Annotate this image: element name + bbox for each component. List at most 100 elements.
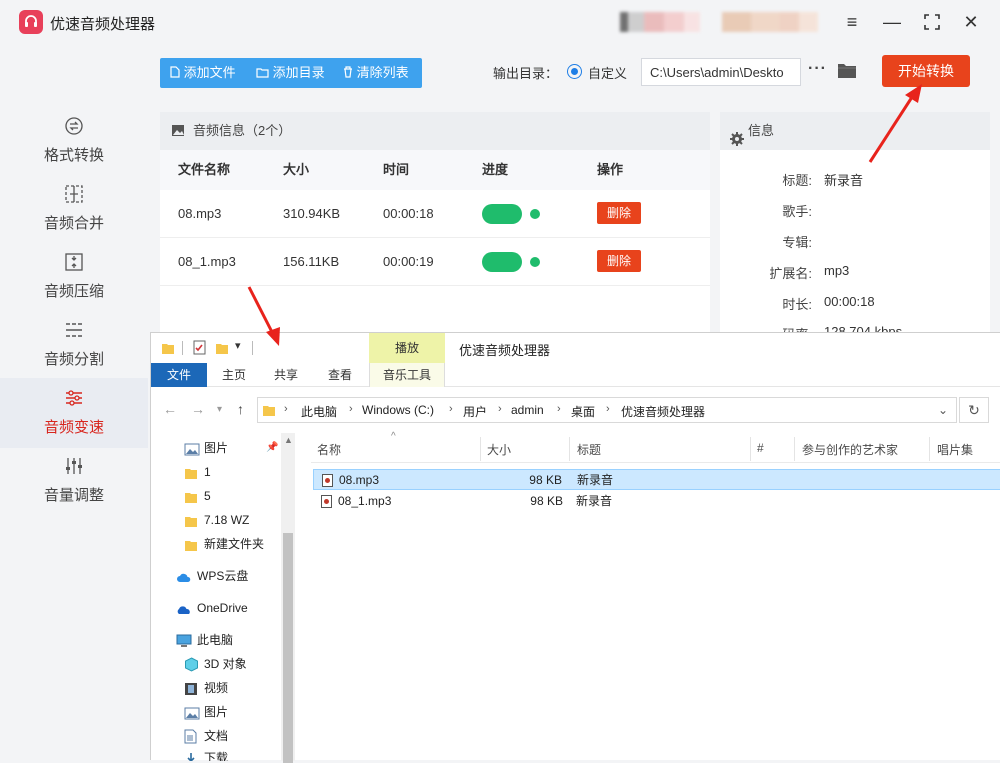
breadcrumb-item[interactable]: admin <box>511 403 544 417</box>
format-convert-icon <box>64 116 84 136</box>
address-dropdown-icon[interactable]: ⌄ <box>938 403 948 417</box>
nav-item[interactable]: 此电脑 <box>151 629 281 651</box>
recent-dropdown-icon[interactable]: ▾ <box>217 404 222 415</box>
col-name: 文件名称 <box>178 162 231 177</box>
refresh-icon[interactable]: ↻ <box>959 397 989 423</box>
nav-item[interactable]: 图片 <box>151 701 281 723</box>
minimize-icon[interactable]: — <box>880 10 904 34</box>
split-icon <box>64 320 84 340</box>
audio-info-panel: 音频信息（2个） 文件名称 大小 时间 进度 操作 08.mp3 310.94K… <box>160 112 710 332</box>
ribbon-tabs: 文件 主页 共享 查看 音乐工具 <box>151 363 1000 387</box>
sidebar-item-format[interactable]: 格式转换 <box>0 116 148 184</box>
pin-icon: 📌 <box>266 442 279 453</box>
col-name[interactable]: 名称 <box>317 441 341 458</box>
forward-icon[interactable]: → <box>191 401 205 417</box>
onedrive-icon <box>176 601 192 615</box>
play-context-tab[interactable]: 播放 <box>369 333 445 363</box>
col-size[interactable]: 大小 <box>487 441 511 458</box>
nav-item[interactable]: 1 <box>151 461 281 483</box>
col-size: 大小 <box>283 162 310 177</box>
user-name-blurred[interactable] <box>722 12 818 32</box>
breadcrumb-item[interactable]: 桌面 <box>571 403 595 420</box>
tab-home[interactable]: 主页 <box>217 363 251 387</box>
table-header: 文件名称 大小 时间 进度 操作 <box>160 150 710 190</box>
open-folder-icon[interactable] <box>837 62 857 82</box>
app-logo <box>19 10 43 34</box>
nav-scrollbar[interactable]: ▲ <box>281 433 295 763</box>
speed-icon <box>64 388 84 408</box>
image-icon <box>172 125 184 136</box>
sidebar: 格式转换 音频合并 音频压缩 音频分割 音频变速 音量调整 <box>0 44 148 760</box>
progress-bar <box>482 204 522 224</box>
custom-radio-label[interactable]: 自定义 <box>588 63 627 82</box>
file-row[interactable]: 08.mp3 98 KB 新录音 <box>313 469 1000 490</box>
nav-item[interactable]: 文档 <box>151 725 281 747</box>
col-album[interactable]: 唱片集 <box>937 441 973 458</box>
tab-file[interactable]: 文件 <box>151 363 207 387</box>
table-row[interactable]: 08.mp3 310.94KB 00:00:18 删除 <box>160 190 710 238</box>
breadcrumb-item[interactable]: 优速音频处理器 <box>621 403 705 420</box>
sidebar-item-compress[interactable]: 音频压缩 <box>0 252 148 320</box>
merge-icon <box>64 184 84 204</box>
breadcrumb-item[interactable]: Windows (C:) <box>362 403 434 417</box>
user-avatar-blurred[interactable] <box>620 12 700 32</box>
delete-button[interactable]: 删除 <box>597 250 641 272</box>
sidebar-item-speed[interactable]: 音频变速 <box>0 378 148 448</box>
3d-objects-icon <box>184 657 200 672</box>
start-convert-button[interactable]: 开始转换 <box>882 55 970 87</box>
breadcrumb-item[interactable]: 此电脑 <box>301 403 337 420</box>
file-icon <box>170 66 180 78</box>
nav-item[interactable]: 5 <box>151 485 281 507</box>
cloud-icon <box>176 569 192 583</box>
file-row[interactable]: 08_1.mp3 98 KB 新录音 <box>313 491 1000 512</box>
check-icon <box>530 257 540 283</box>
nav-item[interactable]: 视频 <box>151 677 281 699</box>
nav-item[interactable]: 图片 📌 <box>151 437 281 459</box>
custom-radio[interactable] <box>567 64 582 79</box>
nav-item[interactable]: 新建文件夹 <box>151 533 281 555</box>
delete-button[interactable]: 删除 <box>597 202 641 224</box>
col-number[interactable]: # <box>757 441 764 455</box>
output-dir-label: 输出目录： <box>493 66 559 81</box>
sidebar-item-merge[interactable]: 音频合并 <box>0 184 148 252</box>
add-dir-button[interactable]: 添加目录 <box>256 58 325 88</box>
check-icon <box>530 209 540 235</box>
table-row[interactable]: 08_1.mp3 156.11KB 00:00:19 删除 <box>160 238 710 286</box>
compress-icon <box>64 252 84 272</box>
clear-list-button[interactable]: 清除列表 <box>343 58 409 88</box>
tab-music-tools[interactable]: 音乐工具 <box>369 363 445 387</box>
info-panel: 信息 标题:新录音 歌手: 专辑: 扩展名:mp3 时长:00:00:18 码率… <box>720 112 990 332</box>
up-icon[interactable]: ↑ <box>237 401 244 417</box>
breadcrumb-item[interactable]: 用户 <box>463 403 487 420</box>
col-artist[interactable]: 参与创作的艺术家 <box>802 441 898 458</box>
properties-icon <box>193 340 206 355</box>
sidebar-item-volume[interactable]: 音量调整 <box>0 456 148 524</box>
info-panel-header: 信息 <box>720 112 990 150</box>
trash-icon <box>344 66 352 78</box>
address-box[interactable]: › 此电脑 › Windows (C:) › 用户 › admin › 桌面 ›… <box>257 397 957 423</box>
nav-item[interactable]: OneDrive <box>151 597 281 619</box>
nav-item[interactable]: 3D 对象 <box>151 653 281 675</box>
add-file-button[interactable]: 添加文件 <box>170 58 236 88</box>
folder-icon <box>184 465 200 479</box>
back-icon[interactable]: ← <box>163 401 177 417</box>
address-bar: ← → ▾ ↑ › 此电脑 › Windows (C:) › 用户 › admi… <box>151 395 1000 425</box>
maximize-icon[interactable] <box>920 10 944 34</box>
nav-item[interactable]: WPS云盘 <box>151 565 281 587</box>
tab-view[interactable]: 查看 <box>323 363 357 387</box>
file-list: ^ 名称 大小 标题 # 参与创作的艺术家 唱片集 08.mp3 98 KB 新… <box>311 431 1000 761</box>
col-title[interactable]: 标题 <box>577 441 601 458</box>
file-explorer-window: ▾ 播放 优速音频处理器 文件 主页 共享 查看 音乐工具 ← → ▾ ↑ › … <box>150 332 1000 763</box>
scroll-thumb[interactable] <box>283 533 293 763</box>
nav-item[interactable]: 下载 <box>151 747 281 761</box>
volume-icon <box>64 456 84 476</box>
nav-item[interactable]: 7.18 WZ <box>151 509 281 531</box>
output-path-input[interactable] <box>641 58 801 86</box>
audio-file-icon <box>322 474 333 487</box>
menu-icon[interactable]: ≡ <box>840 10 864 34</box>
tab-share[interactable]: 共享 <box>269 363 303 387</box>
qat-dropdown-icon[interactable]: ▾ <box>235 339 241 352</box>
close-icon[interactable]: ✕ <box>959 10 983 34</box>
pictures-icon <box>184 705 200 720</box>
more-icon[interactable]: ··· <box>808 60 827 78</box>
